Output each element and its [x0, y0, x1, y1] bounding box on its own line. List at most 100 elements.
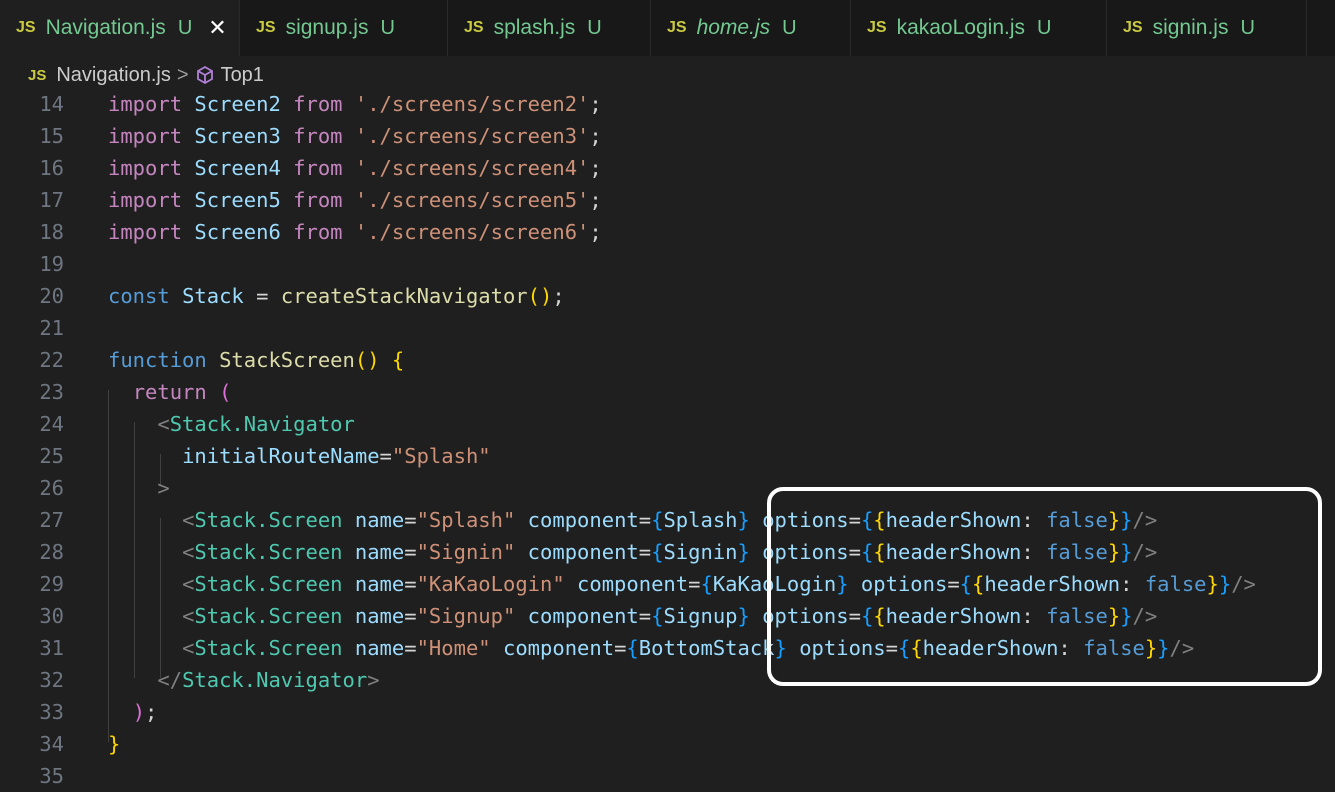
code-token: {: [651, 540, 664, 564]
tab-label: kakaoLogin.js: [896, 16, 1025, 39]
code-token: "Signup": [416, 604, 516, 628]
line-number: 14: [39, 92, 64, 116]
git-status-badge: U: [177, 16, 193, 39]
tab-label: Navigation.js: [45, 16, 166, 39]
code-line[interactable]: 20 const Stack = createStackNavigator();: [0, 280, 1335, 312]
code-token: name: [354, 636, 405, 660]
code-line[interactable]: 25 initialRouteName="Splash": [0, 440, 1335, 472]
code-token: <: [182, 572, 195, 596]
code-token: {: [700, 572, 713, 596]
code-line[interactable]: 21: [0, 312, 1335, 344]
line-number: 28: [39, 540, 64, 564]
line-number: 25: [39, 444, 64, 468]
close-icon[interactable]: ✕: [208, 15, 226, 41]
code-line[interactable]: 23 return (: [0, 376, 1335, 408]
line-number: 23: [39, 380, 64, 404]
code-token: Stack.Screen: [194, 636, 343, 660]
code-token: <: [182, 636, 195, 660]
code-line[interactable]: 35: [0, 760, 1335, 792]
code-token: './screens/screen2': [354, 92, 590, 116]
code-token: =: [688, 572, 701, 596]
code-text: }: [108, 728, 120, 760]
line-number: 19: [39, 252, 64, 276]
code-line[interactable]: 14 import Screen2 from './screens/screen2…: [0, 88, 1335, 120]
code-token: component: [527, 508, 639, 532]
tab-home-js[interactable]: JS home.js U: [651, 0, 851, 56]
code-token: =: [404, 508, 417, 532]
code-token: Signin: [663, 540, 738, 564]
line-number: 24: [39, 412, 64, 436]
code-token: from: [293, 220, 343, 244]
git-status-badge: U: [782, 16, 797, 39]
code-line[interactable]: 17 import Screen5 from './screens/screen5…: [0, 184, 1335, 216]
line-number: 35: [39, 764, 64, 788]
line-number: 34: [39, 732, 64, 756]
tab-label: home.js: [696, 16, 771, 39]
code-text: function StackScreen() {: [108, 344, 404, 376]
code-line[interactable]: 24 <Stack.Navigator: [0, 408, 1335, 440]
code-token: "Signin": [416, 540, 516, 564]
line-number: 31: [39, 636, 64, 660]
breadcrumb-symbol[interactable]: Top1: [221, 64, 264, 87]
git-status-badge: U: [587, 16, 602, 39]
code-token: >: [157, 476, 170, 500]
code-token: from: [293, 124, 343, 148]
code-token: =: [379, 444, 392, 468]
cube-icon: [195, 65, 215, 85]
code-text: import Screen4 from './screens/screen4';: [108, 152, 602, 184]
code-line[interactable]: 34}: [0, 728, 1335, 760]
code-line[interactable]: 15 import Screen3 from './screens/screen3…: [0, 120, 1335, 152]
line-number: 27: [39, 508, 64, 532]
code-token: './screens/screen5': [354, 188, 590, 212]
git-status-badge: U: [1037, 16, 1052, 39]
code-token: Stack.Screen: [194, 604, 343, 628]
breadcrumb-file[interactable]: Navigation.js: [56, 64, 171, 87]
code-token: from: [293, 156, 343, 180]
js-file-icon: JS: [256, 19, 276, 36]
code-token: './screens/screen3': [354, 124, 590, 148]
tab-splash-js[interactable]: JS splash.js U: [448, 0, 651, 56]
tab-signup-js[interactable]: JS signup.js U: [240, 0, 448, 56]
code-token: name: [354, 604, 405, 628]
code-token: =: [404, 636, 417, 660]
tab-kakaologin-js[interactable]: JS kakaoLogin.js U: [851, 0, 1107, 56]
code-token: Stack: [182, 284, 244, 308]
code-line[interactable]: 18 import Screen6 from './screens/screen6…: [0, 216, 1335, 248]
code-token: Stack.Screen: [194, 572, 343, 596]
code-token: Screen2: [194, 92, 281, 116]
code-token: import: [108, 92, 183, 116]
breadcrumb-separator: >: [176, 63, 189, 86]
code-line[interactable]: 16 import Screen4 from './screens/screen4…: [0, 152, 1335, 184]
code-token: return: [132, 380, 207, 404]
tab-navigation-js[interactable]: JS Navigation.js U ✕: [0, 0, 240, 56]
code-token: {: [391, 348, 405, 372]
code-token: ;: [589, 220, 602, 244]
code-token: Splash: [663, 508, 738, 532]
git-status-badge: U: [1240, 16, 1255, 39]
code-text: <Stack.Navigator: [108, 408, 354, 440]
code-line[interactable]: 22 function StackScreen() {: [0, 344, 1335, 376]
code-text: </Stack.Navigator>: [108, 664, 379, 696]
code-token: (): [354, 348, 380, 372]
code-token: Signup: [663, 604, 738, 628]
code-line[interactable]: 33 );: [0, 696, 1335, 728]
code-line[interactable]: 19: [0, 248, 1335, 280]
tab-signin-js[interactable]: JS signin.js U: [1107, 0, 1307, 56]
code-token: import: [108, 188, 183, 212]
tab-label: splash.js: [493, 16, 576, 39]
